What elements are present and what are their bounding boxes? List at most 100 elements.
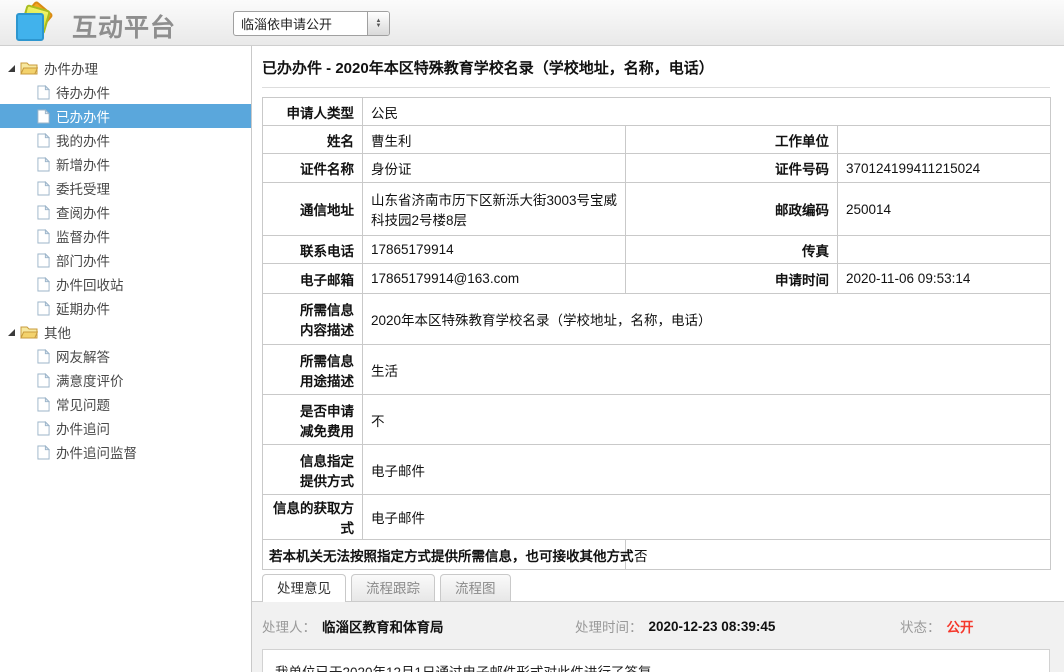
sidebar-item-weituo[interactable]: 委托受理 <box>0 176 251 200</box>
field-value: 不 <box>363 395 1051 445</box>
table-row: 证件名称 身份证 证件号码 370124199411215024 <box>263 154 1051 183</box>
folder-icon <box>20 61 38 75</box>
field-value: 370124199411215024 <box>838 154 1051 183</box>
field-label: 证件名称 <box>263 154 363 183</box>
file-icon <box>37 133 50 148</box>
field-value: 17865179914@163.com <box>363 264 626 294</box>
table-row: 通信地址 山东省济南市历下区新泺大街3003号宝威科技园2号楼8层 邮政编码 2… <box>263 183 1051 236</box>
file-icon <box>37 373 50 388</box>
page-title: 已办办件 - 2020年本区特殊教育学校名录（学校地址，名称，电话） <box>262 57 1050 78</box>
field-value: 250014 <box>838 183 1051 236</box>
file-icon <box>37 301 50 316</box>
status-badge: 公开 <box>947 616 974 636</box>
folder-icon <box>20 325 38 339</box>
tab-process-opinion[interactable]: 处理意见 <box>262 574 346 602</box>
file-icon <box>37 397 50 412</box>
field-label: 证件号码 <box>626 154 838 183</box>
field-label: 姓名 <box>263 126 363 154</box>
field-value <box>838 236 1051 264</box>
app-title: 互动平台 <box>72 8 176 44</box>
app-logo-icon <box>14 3 56 45</box>
title-divider <box>262 87 1050 88</box>
sidebar-item-yiban[interactable]: 已办办件 <box>0 104 251 128</box>
field-label: 是否申请 减免费用 <box>263 395 363 445</box>
application-detail-table: 申请人类型 公民 姓名 曹生利 工作单位 证件名称 身份证 证件号码 37012… <box>262 97 1051 570</box>
field-label: 传真 <box>626 236 838 264</box>
sidebar-item-wangyou[interactable]: 网友解答 <box>0 344 251 368</box>
file-icon <box>37 85 50 100</box>
field-value: 生活 <box>363 345 1051 395</box>
main-area: 已办办件 - 2020年本区特殊教育学校名录（学校地址，名称，电话） 申请人类型… <box>252 46 1064 672</box>
sidebar-tree: 办件办理 待办办件 已办办件 我的办件 新增办件 委托受理 <box>0 46 252 672</box>
file-icon <box>37 421 50 436</box>
sidebar-item-bumen[interactable]: 部门办件 <box>0 248 251 272</box>
field-value: 否 <box>626 540 1051 570</box>
app-window: 互动平台 临淄依申请公开 ▲▼ 办件办理 待办办件 已办办件 <box>0 0 1064 672</box>
status-label: 状态： <box>900 616 941 636</box>
field-label: 信息指定 提供方式 <box>263 445 363 495</box>
table-row: 是否申请 减免费用 不 <box>263 395 1051 445</box>
field-value: 电子邮件 <box>363 495 1051 540</box>
file-icon <box>37 229 50 244</box>
sidebar-item-jiandu[interactable]: 监督办件 <box>0 224 251 248</box>
sidebar-item-yanqi[interactable]: 延期办件 <box>0 296 251 320</box>
field-value: 2020年本区特殊教育学校名录（学校地址，名称，电话） <box>363 294 1051 345</box>
tree-expand-icon[interactable] <box>8 65 15 72</box>
field-label: 申请时间 <box>626 264 838 294</box>
field-value: 公民 <box>363 98 1051 126</box>
sidebar-group-qita[interactable]: 其他 <box>0 320 251 344</box>
site-select-value: 临淄依申请公开 <box>234 14 367 33</box>
sidebar-item-huishouzhan[interactable]: 办件回收站 <box>0 272 251 296</box>
table-row: 信息指定 提供方式 电子邮件 <box>263 445 1051 495</box>
field-label: 所需信息 用途描述 <box>263 345 363 395</box>
tree-expand-icon[interactable] <box>8 329 15 336</box>
field-label: 邮政编码 <box>626 183 838 236</box>
handler-label: 处理人： <box>262 616 316 636</box>
sidebar-item-changjian[interactable]: 常见问题 <box>0 392 251 416</box>
field-value: 山东省济南市历下区新泺大街3003号宝威科技园2号楼8层 <box>363 183 626 236</box>
file-icon <box>37 157 50 172</box>
process-time-label: 处理时间： <box>575 616 643 636</box>
file-icon <box>37 109 50 124</box>
select-stepper-icon[interactable]: ▲▼ <box>367 12 389 35</box>
file-icon <box>37 205 50 220</box>
field-value: 2020-11-06 09:53:14 <box>838 264 1051 294</box>
process-time-value: 2020-12-23 08:39:45 <box>649 619 776 634</box>
sidebar-item-zhuiwen[interactable]: 办件追问 <box>0 416 251 440</box>
reply-text: 我单位已于2020年12月1日通过电子邮件形式对此件进行了答复。 <box>262 649 1050 672</box>
field-label: 电子邮箱 <box>263 264 363 294</box>
table-row: 所需信息 内容描述 2020年本区特殊教育学校名录（学校地址，名称，电话） <box>263 294 1051 345</box>
field-value: 身份证 <box>363 154 626 183</box>
table-row: 若本机关无法按照指定方式提供所需信息，也可接收其他方式 否 <box>263 540 1051 570</box>
table-row: 联系电话 17865179914 传真 <box>263 236 1051 264</box>
field-value: 曹生利 <box>363 126 626 154</box>
table-row: 姓名 曹生利 工作单位 <box>263 126 1051 154</box>
file-icon <box>37 253 50 268</box>
sidebar-item-xinzeng[interactable]: 新增办件 <box>0 152 251 176</box>
field-label: 联系电话 <box>263 236 363 264</box>
sidebar-item-daiban[interactable]: 待办办件 <box>0 80 251 104</box>
field-label: 工作单位 <box>626 126 838 154</box>
app-header: 互动平台 临淄依申请公开 ▲▼ <box>0 0 1064 46</box>
handler-value: 临淄区教育和体育局 <box>322 616 444 636</box>
sidebar-item-wode[interactable]: 我的办件 <box>0 128 251 152</box>
field-label: 通信地址 <box>263 183 363 236</box>
tab-bar: 处理意见 流程跟踪 流程图 <box>262 574 1050 601</box>
field-label: 所需信息 内容描述 <box>263 294 363 345</box>
table-row: 所需信息 用途描述 生活 <box>263 345 1051 395</box>
file-icon <box>37 445 50 460</box>
site-select[interactable]: 临淄依申请公开 ▲▼ <box>233 11 390 36</box>
tab-flow-track[interactable]: 流程跟踪 <box>351 574 435 601</box>
sidebar-group-banjian[interactable]: 办件办理 <box>0 56 251 80</box>
table-row: 电子邮箱 17865179914@163.com 申请时间 2020-11-06… <box>263 264 1051 294</box>
field-value: 电子邮件 <box>363 445 1051 495</box>
field-label: 申请人类型 <box>263 98 363 126</box>
sidebar-item-zhuiwen-jiandu[interactable]: 办件追问监督 <box>0 440 251 464</box>
sidebar-item-chayue[interactable]: 查阅办件 <box>0 200 251 224</box>
tab-flow-chart[interactable]: 流程图 <box>440 574 511 601</box>
file-icon <box>37 181 50 196</box>
sidebar-item-manyidu[interactable]: 满意度评价 <box>0 368 251 392</box>
field-label: 信息的获取方式 <box>263 495 363 540</box>
field-label: 若本机关无法按照指定方式提供所需信息，也可接收其他方式 <box>263 540 626 570</box>
table-row: 信息的获取方式 电子邮件 <box>263 495 1051 540</box>
